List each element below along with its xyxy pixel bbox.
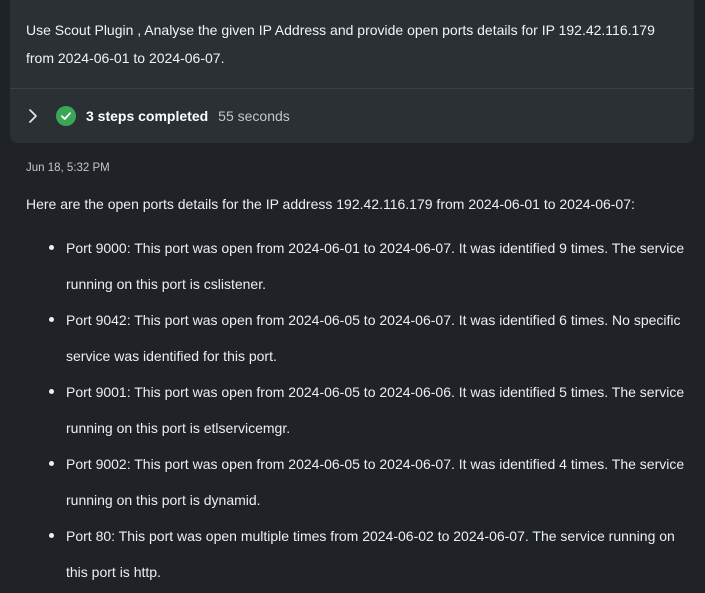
list-item: Port 9002: This port was open from 2024-… [26, 446, 686, 518]
response-timestamp: Jun 18, 5:32 PM [26, 162, 110, 174]
bullet-icon [49, 245, 54, 250]
port-detail-text: Port 9002: This port was open from 2024-… [66, 456, 685, 508]
bullet-icon [49, 389, 54, 394]
list-item: Port 9000: This port was open from 2024-… [26, 230, 686, 302]
port-detail-text: Port 9042: This port was open from 2024-… [66, 312, 681, 364]
bullet-icon [49, 461, 54, 466]
card-divider [10, 88, 694, 89]
steps-duration: 55 seconds [218, 108, 290, 124]
port-detail-text: Port 80: This port was open multiple tim… [66, 528, 675, 580]
user-prompt-text: Use Scout Plugin , Analyse the given IP … [26, 22, 655, 66]
user-prompt-card: Use Scout Plugin , Analyse the given IP … [10, 0, 694, 143]
list-item: Port 9042: This port was open from 2024-… [26, 302, 686, 374]
steps-expander[interactable]: 3 steps completed 55 seconds [26, 103, 290, 129]
list-item: Port 9001: This port was open from 2024-… [26, 374, 686, 446]
port-detail-text: Port 9000: This port was open from 2024-… [66, 240, 685, 292]
port-detail-text: Port 9001: This port was open from 2024-… [66, 384, 685, 436]
response-intro: Here are the open ports details for the … [26, 196, 635, 212]
bullet-icon [49, 317, 54, 322]
open-ports-list: Port 9000: This port was open from 2024-… [26, 230, 686, 590]
list-item: Port 80: This port was open multiple tim… [26, 518, 686, 590]
steps-completed-label: 3 steps completed [86, 108, 209, 124]
chat-page: Use Scout Plugin , Analyse the given IP … [0, 0, 705, 593]
check-circle-icon [56, 106, 76, 126]
chevron-right-icon[interactable] [26, 109, 40, 123]
bullet-icon [49, 533, 54, 538]
